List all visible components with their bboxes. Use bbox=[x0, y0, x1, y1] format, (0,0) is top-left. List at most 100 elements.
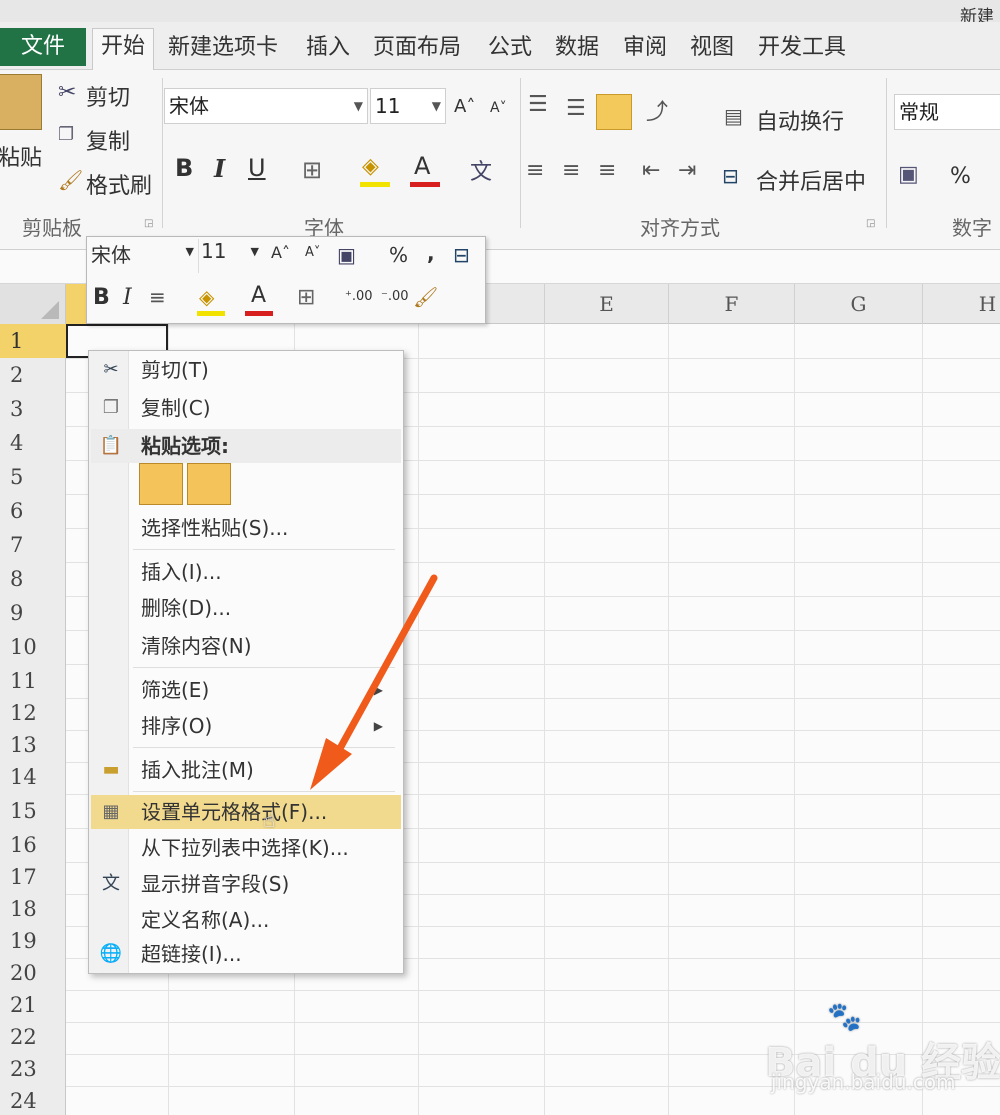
row-header-10[interactable]: 10 bbox=[0, 630, 66, 664]
wrap-text-button[interactable]: 自动换行 bbox=[756, 104, 844, 136]
row-header-6[interactable]: 6 bbox=[0, 494, 66, 528]
menu-item-phonetic[interactable]: 文 显示拼音字段(S) bbox=[91, 867, 401, 901]
decrease-indent-icon[interactable]: ⇤ bbox=[642, 158, 660, 183]
row-header-13[interactable]: 13 bbox=[0, 728, 66, 762]
row-header-9[interactable]: 9 bbox=[0, 596, 66, 630]
row-header-4[interactable]: 4 bbox=[0, 426, 66, 460]
menu-item-delete[interactable]: 删除(D)... bbox=[91, 591, 401, 625]
row-header-2[interactable]: 2 bbox=[0, 358, 66, 392]
mini-font-size[interactable]: 11 ▼ bbox=[201, 239, 261, 273]
mini-decrease-decimal-icon[interactable]: ⁻.00 bbox=[381, 289, 409, 304]
align-center-icon[interactable]: ≡ bbox=[562, 158, 580, 183]
phonetic-icon[interactable]: 文 bbox=[470, 154, 492, 186]
paste-formatting-option-icon[interactable] bbox=[139, 463, 183, 505]
select-all-corner[interactable] bbox=[0, 284, 66, 324]
tab-insert[interactable]: 插入 bbox=[306, 30, 350, 68]
cut-button[interactable]: 剪切 bbox=[86, 80, 130, 112]
row-header-24[interactable]: 24 bbox=[0, 1084, 66, 1115]
italic-button[interactable]: I bbox=[214, 154, 225, 183]
increase-indent-icon[interactable]: ⇥ bbox=[678, 158, 696, 183]
font-size-combo[interactable]: 11 ▼ bbox=[370, 88, 446, 124]
tab-page-layout[interactable]: 页面布局 bbox=[373, 30, 461, 68]
column-header-h[interactable]: H bbox=[922, 284, 1000, 324]
row-header-17[interactable]: 17 bbox=[0, 860, 66, 894]
column-header-f[interactable]: F bbox=[668, 284, 794, 324]
merge-center-button[interactable]: 合并后居中 bbox=[756, 164, 866, 196]
fill-color-icon[interactable]: ◈ bbox=[362, 154, 379, 179]
menu-item-clear-contents[interactable]: 清除内容(N) bbox=[91, 629, 401, 663]
row-header-3[interactable]: 3 bbox=[0, 392, 66, 426]
row-header-11[interactable]: 11 bbox=[0, 664, 66, 698]
orientation-icon[interactable]: ⤴ bbox=[646, 94, 668, 126]
currency-icon[interactable]: ▣ bbox=[898, 162, 919, 187]
row-header-15[interactable]: 15 bbox=[0, 794, 66, 828]
borders-icon[interactable]: ⊞ bbox=[302, 156, 322, 184]
menu-item-cut[interactable]: ✂ 剪切(T) bbox=[91, 353, 401, 387]
align-left-icon[interactable]: ≡ bbox=[526, 158, 544, 183]
tab-data[interactable]: 数据 bbox=[555, 30, 599, 68]
menu-item-insert-comment[interactable]: ▬ 插入批注(M) bbox=[91, 753, 401, 787]
row-header-14[interactable]: 14 bbox=[0, 760, 66, 794]
row-header-1[interactable]: 1 bbox=[0, 324, 66, 358]
menu-item-insert[interactable]: 插入(I)... bbox=[91, 555, 401, 589]
align-right-icon[interactable]: ≡ bbox=[598, 158, 616, 183]
copy-button[interactable]: 复制 bbox=[86, 124, 130, 156]
tab-developer[interactable]: 开发工具 bbox=[758, 30, 846, 68]
column-header-g[interactable]: G bbox=[794, 284, 922, 324]
format-painter-button[interactable]: 格式刷 bbox=[86, 168, 152, 200]
tab-file[interactable]: 文件 bbox=[0, 28, 86, 66]
mini-format-painter-icon[interactable]: 🖌 bbox=[413, 285, 438, 309]
mini-currency-icon[interactable]: ▣ bbox=[337, 243, 356, 267]
menu-item-hyperlink[interactable]: 🌐 超链接(I)... bbox=[91, 937, 401, 971]
menu-item-sort[interactable]: 排序(O) ▶ bbox=[91, 709, 401, 743]
alignment-launcher-icon[interactable]: ◲ bbox=[866, 218, 875, 229]
align-top-icon[interactable]: ☰ bbox=[528, 92, 548, 117]
mini-center-icon[interactable]: ≡ bbox=[149, 285, 166, 309]
align-bottom-icon[interactable] bbox=[596, 94, 632, 130]
paste-values-option-icon[interactable] bbox=[187, 463, 231, 505]
menu-item-pick-from-list[interactable]: 从下拉列表中选择(K)... bbox=[91, 831, 401, 865]
paste-button[interactable]: 粘贴 bbox=[0, 140, 42, 172]
menu-item-define-name[interactable]: 定义名称(A)... bbox=[91, 903, 401, 937]
tab-review[interactable]: 审阅 bbox=[623, 30, 667, 68]
column-header-e[interactable]: E bbox=[544, 284, 668, 324]
tab-new-tab[interactable]: 新建选项卡 bbox=[168, 30, 278, 68]
mini-merge-icon[interactable]: ⊟ bbox=[453, 243, 470, 267]
tab-view[interactable]: 视图 bbox=[690, 30, 734, 68]
row-header-8[interactable]: 8 bbox=[0, 562, 66, 596]
underline-button[interactable]: U bbox=[248, 154, 266, 182]
number-format-combo[interactable]: 常规 bbox=[894, 94, 1000, 130]
mini-italic-button[interactable]: I bbox=[123, 285, 132, 310]
row-header-18[interactable]: 18 bbox=[0, 892, 66, 926]
row-header-7[interactable]: 7 bbox=[0, 528, 66, 562]
tab-home[interactable]: 开始 bbox=[92, 28, 155, 70]
increase-font-icon[interactable]: A˄ bbox=[454, 96, 475, 117]
mini-font-color-button[interactable]: A bbox=[251, 283, 266, 308]
mini-increase-decimal-icon[interactable]: ⁺.00 bbox=[345, 289, 373, 304]
mini-grow-font-icon[interactable]: A˄ bbox=[271, 243, 290, 262]
mini-fill-color-icon[interactable]: ◈ bbox=[199, 285, 214, 309]
mini-percent-button[interactable]: % bbox=[389, 243, 408, 267]
row-header-21[interactable]: 21 bbox=[0, 988, 66, 1022]
menu-item-copy[interactable]: ❐ 复制(C) bbox=[91, 391, 401, 425]
clipboard-launcher-icon[interactable]: ◲ bbox=[144, 218, 153, 229]
tab-formulas[interactable]: 公式 bbox=[488, 30, 532, 68]
percent-button[interactable]: % bbox=[950, 164, 971, 189]
menu-item-paste-special[interactable]: 选择性粘贴(S)... bbox=[91, 511, 401, 545]
mini-font-name[interactable]: 宋体 ▼ bbox=[91, 239, 199, 273]
row-header-19[interactable]: 19 bbox=[0, 924, 66, 958]
row-header-5[interactable]: 5 bbox=[0, 460, 66, 494]
mini-comma-button[interactable]: , bbox=[427, 241, 435, 265]
row-header-23[interactable]: 23 bbox=[0, 1052, 66, 1086]
row-header-20[interactable]: 20 bbox=[0, 956, 66, 990]
mini-bold-button[interactable]: B bbox=[93, 285, 110, 310]
font-name-combo[interactable]: 宋体 ▼ bbox=[164, 88, 368, 124]
font-color-button[interactable]: A bbox=[414, 152, 430, 180]
align-middle-icon[interactable]: ☰ bbox=[566, 96, 586, 121]
row-header-22[interactable]: 22 bbox=[0, 1020, 66, 1054]
bold-button[interactable]: B bbox=[175, 154, 193, 182]
row-header-16[interactable]: 16 bbox=[0, 828, 66, 862]
menu-item-format-cells[interactable]: ▦ 设置单元格格式(F)... ☝ bbox=[91, 795, 401, 832]
mini-shrink-font-icon[interactable]: A˅ bbox=[305, 245, 320, 260]
row-header-12[interactable]: 12 bbox=[0, 696, 66, 730]
